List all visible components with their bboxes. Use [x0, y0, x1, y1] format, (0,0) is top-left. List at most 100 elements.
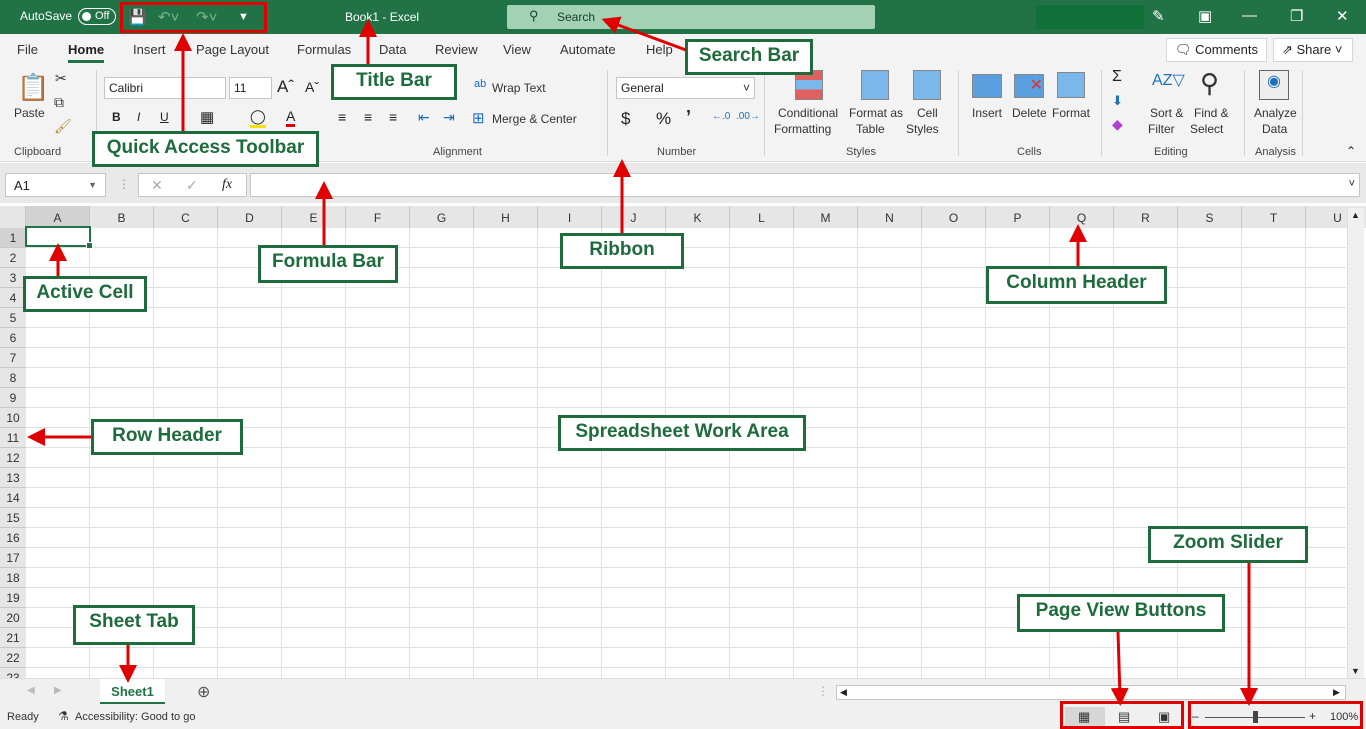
delete-cells-icon[interactable]: ✕ — [1014, 74, 1044, 98]
sort-filter-icon[interactable]: AZ▽ — [1152, 70, 1185, 90]
tab-data[interactable]: Data — [379, 42, 406, 57]
pen-icon[interactable]: ✎ — [1152, 7, 1165, 25]
autosave-toggle[interactable]: Off — [78, 8, 116, 25]
column-header[interactable]: D — [218, 206, 282, 228]
close-icon[interactable]: ✕ — [1336, 7, 1349, 25]
scroll-down-icon[interactable]: ▼ — [1351, 666, 1360, 676]
number-format-select[interactable]: General ˅ — [616, 77, 755, 99]
tab-page-layout[interactable]: Page Layout — [196, 42, 269, 57]
font-size-select[interactable]: 11 — [229, 77, 272, 99]
column-header[interactable]: C — [154, 206, 218, 228]
select-all-corner[interactable] — [0, 206, 26, 228]
cell-styles-line2[interactable]: Styles — [906, 122, 939, 136]
expand-formula-icon[interactable]: ˅ — [1349, 178, 1355, 190]
row-header[interactable]: 22 — [0, 648, 26, 668]
name-box[interactable]: A1 ▼ — [5, 173, 106, 197]
column-header[interactable]: J — [602, 206, 666, 228]
format-as-table-icon[interactable] — [861, 70, 889, 100]
column-header[interactable]: Q — [1050, 206, 1114, 228]
row-header[interactable]: 20 — [0, 608, 26, 628]
prev-sheet-icon[interactable]: ◀ — [27, 685, 35, 696]
clear-icon[interactable]: ◆ — [1112, 116, 1123, 133]
increase-indent-icon[interactable]: ⇥ — [443, 109, 455, 126]
row-header[interactable]: 6 — [0, 328, 26, 348]
copy-icon[interactable]: ⧉ — [54, 94, 64, 111]
find-select-line2[interactable]: Select — [1190, 122, 1223, 136]
insert-cells-icon[interactable] — [972, 74, 1002, 98]
row-header[interactable]: 10 — [0, 408, 26, 428]
column-header[interactable]: N — [858, 206, 922, 228]
tab-home[interactable]: Home — [68, 42, 105, 63]
tab-review[interactable]: Review — [435, 42, 478, 57]
find-select-line1[interactable]: Find & — [1194, 106, 1229, 120]
active-cell[interactable] — [25, 226, 93, 249]
formula-input[interactable]: ˅ — [250, 173, 1360, 197]
decrease-font-icon[interactable]: Aˇ — [305, 79, 319, 95]
share-button[interactable]: ⇗ Share ˅ — [1273, 38, 1353, 62]
column-header[interactable]: A — [26, 206, 90, 228]
tab-view[interactable]: View — [503, 42, 531, 57]
row-header[interactable]: 17 — [0, 548, 26, 568]
analyze-data-line1[interactable]: Analyze — [1254, 106, 1297, 120]
currency-icon[interactable]: $ — [621, 109, 630, 129]
vertical-scrollbar[interactable]: ▲ ▼ — [1347, 208, 1364, 678]
format-cells-icon[interactable] — [1057, 72, 1085, 98]
sort-filter-line1[interactable]: Sort & — [1150, 106, 1183, 120]
format-as-table-line1[interactable]: Format as — [849, 106, 903, 120]
add-sheet-icon[interactable]: ⊕ — [197, 682, 210, 702]
scroll-up-icon[interactable]: ▲ — [1351, 210, 1360, 220]
minimize-icon[interactable]: — — [1242, 7, 1257, 24]
column-header[interactable]: H — [474, 206, 538, 228]
analyze-data-line2[interactable]: Data — [1262, 122, 1287, 136]
cancel-icon[interactable]: ✕ — [151, 177, 163, 194]
row-header[interactable]: 2 — [0, 248, 26, 268]
ribbon-display-icon[interactable]: ▣ — [1198, 7, 1212, 25]
row-header[interactable]: 23 — [0, 668, 26, 678]
column-header[interactable]: P — [986, 206, 1050, 228]
borders-icon[interactable]: ▦ — [200, 108, 214, 126]
maximize-icon[interactable]: ❐ — [1290, 7, 1303, 25]
row-header[interactable]: 12 — [0, 448, 26, 468]
row-header[interactable]: 18 — [0, 568, 26, 588]
find-select-icon[interactable]: ⚲ — [1200, 68, 1219, 99]
align-left-icon[interactable]: ≡ — [338, 109, 346, 125]
paste-label[interactable]: Paste — [14, 106, 45, 120]
collapse-ribbon-icon[interactable]: ⌃ — [1346, 144, 1356, 158]
format-cells-button[interactable]: Format — [1052, 106, 1090, 120]
splitter-icon[interactable]: ⋮ — [817, 684, 829, 698]
sort-filter-line2[interactable]: Filter — [1148, 122, 1175, 136]
column-header[interactable]: K — [666, 206, 730, 228]
row-header[interactable]: 1 — [0, 228, 26, 248]
percent-icon[interactable]: % — [656, 109, 671, 129]
row-header[interactable]: 15 — [0, 508, 26, 528]
cell-styles-line1[interactable]: Cell — [917, 106, 938, 120]
insert-function-icon[interactable]: fx — [222, 177, 232, 193]
comma-icon[interactable]: ’ — [686, 107, 691, 128]
paste-icon[interactable]: 📋 — [17, 72, 49, 103]
horizontal-scrollbar[interactable]: ◀ — [836, 685, 1346, 700]
scroll-left-icon[interactable]: ◀ — [840, 687, 847, 698]
row-header[interactable]: 21 — [0, 628, 26, 648]
cut-icon[interactable]: ✂ — [55, 70, 67, 87]
column-header[interactable]: R — [1114, 206, 1178, 228]
analyze-data-icon[interactable]: ◉ — [1259, 70, 1289, 100]
column-header[interactable]: I — [538, 206, 602, 228]
decrease-indent-icon[interactable]: ⇤ — [418, 109, 430, 126]
format-painter-icon[interactable]: 🖌 — [54, 118, 72, 135]
decrease-decimal-icon[interactable]: .00→ — [736, 111, 760, 122]
conditional-formatting-line2[interactable]: Formatting — [774, 122, 831, 136]
enter-icon[interactable]: ✓ — [186, 177, 198, 194]
row-header[interactable]: 11 — [0, 428, 26, 448]
format-as-table-line2[interactable]: Table — [856, 122, 885, 136]
row-header[interactable]: 19 — [0, 588, 26, 608]
font-name-select[interactable]: Calibri — [104, 77, 226, 99]
tab-formulas[interactable]: Formulas — [297, 42, 351, 57]
bold-icon[interactable]: B — [112, 110, 121, 124]
increase-font-icon[interactable]: Aˆ — [277, 77, 294, 97]
row-header[interactable]: 8 — [0, 368, 26, 388]
sheet-tab[interactable]: Sheet1 — [100, 679, 165, 704]
tab-help[interactable]: Help — [646, 42, 673, 57]
merge-center-button[interactable]: Merge & Center — [492, 112, 577, 126]
accessibility-status[interactable]: Accessibility: Good to go — [75, 711, 195, 723]
autosum-icon[interactable]: Σ — [1112, 68, 1122, 86]
